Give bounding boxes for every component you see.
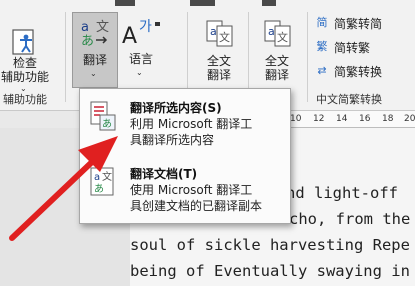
svg-text:文: 文	[277, 30, 288, 44]
trad-to-simp-button[interactable]: 简 简繁转简	[314, 12, 383, 34]
ruler-tick: 20	[404, 114, 415, 124]
simp-trad-group-label: 中文简繁转换	[316, 93, 382, 106]
document-translate-icon: a 文	[206, 20, 233, 47]
translate-document-desc: 具创建文档的已翻译副本	[130, 199, 263, 213]
simplified-to-traditional-icon: 繁	[316, 40, 328, 53]
accessibility-label: 辅助功能	[0, 70, 49, 84]
svg-text:あ: あ	[81, 34, 94, 48]
translate-icon: a 文 あ	[81, 20, 109, 48]
ruler-tick: 10	[290, 114, 302, 124]
translate-document-desc: 使用 Microsoft 翻译工	[130, 183, 253, 197]
language-label: 语言	[128, 52, 153, 66]
svg-text:A: A	[122, 24, 137, 46]
simp-trad-convert-button[interactable]: ⇄ 简繁转换	[314, 60, 382, 82]
translate-selection-desc: 具翻译所选内容	[130, 133, 215, 147]
document-translate-icon: a 文	[264, 20, 291, 47]
chevron-down-icon: ⌄	[90, 69, 97, 78]
translate-selection-icon: あ	[90, 101, 116, 131]
svg-text:あ: あ	[94, 183, 104, 195]
traditional-to-simplified-icon: 简	[316, 16, 328, 29]
check-accessibility-button[interactable]: 检查 辅助功能 ⌄	[0, 14, 50, 93]
svg-text:a: a	[210, 25, 217, 38]
ruler-tick: 16	[359, 114, 371, 124]
translate-label: 翻译	[206, 68, 231, 82]
translate-button[interactable]: a 文 あ 翻译 ⌄	[72, 12, 118, 88]
document-line: soul of sickle harvesting Repe	[130, 236, 410, 254]
svg-text:文: 文	[96, 20, 109, 35]
language-button[interactable]: A 가 语言 ⌄	[118, 12, 164, 86]
svg-text:a: a	[94, 172, 100, 183]
translate-selection-desc: 利用 Microsoft 翻译工	[130, 117, 253, 131]
full-text-translate-button[interactable]: a 文 全文 翻译	[194, 12, 244, 86]
simp-to-trad-label: 简转繁	[334, 40, 371, 55]
translate-dropdown-menu: あ 翻译所选内容(S) 利用 Microsoft 翻译工 具翻译所选内容 a 文…	[79, 88, 291, 224]
translate-label: 翻译	[82, 53, 107, 67]
tab-fragment	[190, 0, 215, 6]
group-separator	[307, 12, 308, 102]
svg-text:가: 가	[139, 19, 152, 35]
full-text-translate-button-2[interactable]: a 文 全文 翻译	[252, 12, 302, 86]
document-line: nd light-off	[286, 184, 398, 202]
ruler-tick: 12	[313, 114, 325, 124]
document-line: cho, from the	[289, 210, 411, 228]
svg-text:あ: あ	[102, 118, 112, 130]
svg-text:a: a	[81, 20, 89, 35]
svg-text:a: a	[268, 25, 275, 38]
document-line: being of Eventually swaying in	[130, 262, 410, 280]
svg-text:文: 文	[219, 30, 230, 44]
chevron-down-icon: ⌄	[136, 68, 143, 77]
language-icon: A 가	[122, 19, 160, 46]
group-separator	[65, 12, 66, 102]
translate-document-title: 翻译文档(T)	[130, 167, 198, 181]
svg-text:文: 文	[102, 170, 112, 183]
simp-to-trad-button[interactable]: 繁 简转繁	[314, 36, 371, 58]
simp-trad-group: 简 简繁转简 繁 简转繁 ⇄ 简繁转换	[314, 12, 414, 84]
translate-document-icon: a 文 あ	[90, 167, 114, 196]
horizontal-ruler[interactable]: 10 12 14 16 18 20	[286, 111, 415, 128]
accessibility-group-label: 辅助功能	[3, 93, 47, 106]
translate-label: 翻译	[264, 68, 289, 82]
tab-fragment	[262, 0, 276, 6]
convert-icon: ⇄	[317, 64, 327, 77]
tab-fragment	[115, 0, 135, 6]
convert-label: 简繁转换	[334, 64, 383, 79]
translate-selection-item[interactable]: あ 翻译所选内容(S) 利用 Microsoft 翻译工 具翻译所选内容	[80, 93, 290, 155]
ruler-tick: 18	[382, 114, 394, 124]
trad-to-simp-label: 简繁转简	[334, 16, 383, 31]
translate-selection-title: 翻译所选内容(S)	[130, 101, 222, 115]
ruler-tick: 14	[336, 114, 348, 124]
translate-document-item[interactable]: a 文 あ 翻译文档(T) 使用 Microsoft 翻译工 具创建文档的已翻译…	[80, 161, 290, 219]
accessibility-check-icon	[12, 29, 34, 55]
